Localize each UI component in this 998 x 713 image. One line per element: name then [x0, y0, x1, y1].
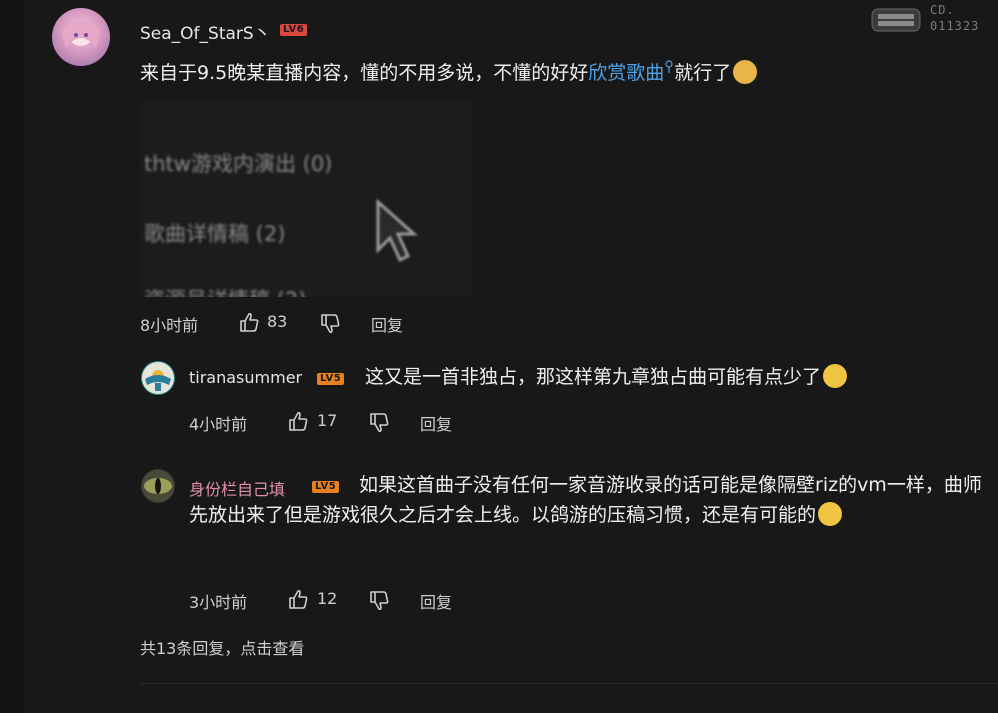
comment-text: 来自于9.5晚某直播内容，懂的不用多说，不懂的好好欣赏歌曲 就行了: [140, 58, 940, 88]
anime-girl-icon: [62, 20, 100, 48]
reply-text: 这又是一首非独占，那这样第九章独占曲可能有点少了: [365, 362, 848, 392]
comment-time: 8小时前: [140, 316, 199, 335]
thumbs-down-icon[interactable]: [368, 412, 390, 434]
comment-text-end: 就行了: [674, 62, 732, 84]
eye-icon: [142, 470, 174, 502]
cursor-icon: [376, 198, 418, 263]
like-count: 83: [267, 312, 288, 331]
search-icon[interactable]: [664, 59, 674, 75]
reply-text: 如果这首曲子没有任何一家音游收录的话可能是像隔壁riz的vm一样，曲师先放出来了…: [189, 470, 989, 530]
view-all-replies-link[interactable]: 共13条回复，点击查看: [140, 635, 304, 659]
thumbs-up-icon[interactable]: [287, 410, 309, 432]
thumbs-up-icon[interactable]: [287, 588, 309, 610]
reply-button[interactable]: 回复: [371, 312, 403, 336]
reply-time: 3小时前: [189, 593, 248, 612]
like-count: 17: [317, 411, 338, 430]
avatar[interactable]: [52, 8, 110, 66]
username[interactable]: tiranasummer: [189, 368, 302, 387]
cry-emoji-icon: [818, 502, 843, 526]
avatar[interactable]: [141, 361, 175, 395]
avatar[interactable]: [141, 469, 175, 503]
username[interactable]: Sea_Of_StarS丶: [140, 19, 271, 44]
fan-badge-line1: CD.: [930, 3, 955, 17]
comment-image[interactable]: thtw游戏内演出 (0) 歌曲详情稿 (2) 资源号详情稿 (2): [140, 102, 473, 297]
thumbs-up-icon[interactable]: [238, 311, 260, 333]
thumbs-down-icon[interactable]: [368, 590, 390, 612]
reply-text-content: 如果这首曲子没有任何一家音游收录的话可能是像隔壁riz的vm一样，曲师先放出来了…: [189, 474, 982, 526]
reply-time: 4小时前: [189, 415, 248, 434]
emblem-icon: [142, 362, 174, 394]
divider: [140, 683, 998, 684]
thumbs-down-icon[interactable]: [319, 313, 341, 335]
preview-row: 资源号详情稿 (2): [144, 284, 306, 297]
badge-icon: [870, 6, 922, 38]
cry-emoji-icon: [823, 364, 848, 388]
song-link[interactable]: 欣赏歌曲: [588, 62, 664, 84]
reply-button[interactable]: 回复: [420, 411, 452, 435]
reply-text-content: 这又是一首非独占，那这样第九章独占曲可能有点少了: [365, 366, 822, 388]
fan-badge-number: CD. 011323: [930, 2, 979, 34]
level-badge: LV5: [317, 373, 345, 385]
doge-emoji-icon: [733, 60, 758, 84]
preview-row: thtw游戏内演出 (0): [144, 152, 333, 176]
level-badge: LV6: [280, 24, 308, 36]
reply-button[interactable]: 回复: [420, 589, 452, 613]
fan-badge-line2: 011323: [930, 19, 980, 33]
comment-text-part: 来自于9.5晚某直播内容，懂的不用多说，不懂的好好: [140, 62, 589, 84]
preview-row: 歌曲详情稿 (2): [144, 222, 286, 246]
like-count: 12: [317, 589, 338, 608]
